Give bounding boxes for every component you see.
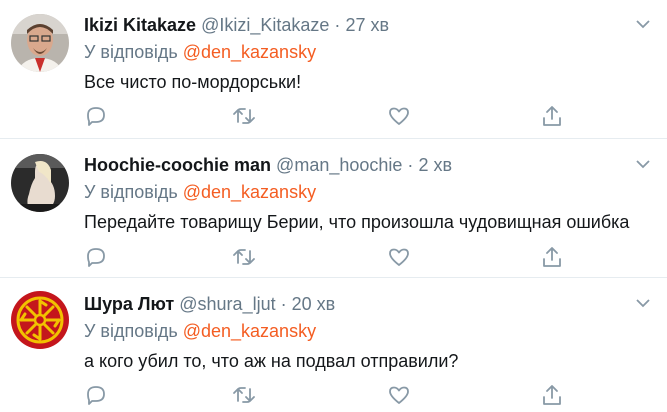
reply-context: У відповідь @den_kazansky — [84, 321, 316, 342]
tweet-text: Все чисто по-мордорськи! — [84, 72, 302, 92]
tweet-header: Ikizi Kitakaze @Ikizi_Kitakaze · 27 хв — [84, 15, 389, 36]
tweet-actions — [84, 104, 564, 128]
author-handle[interactable]: @Ikizi_Kitakaze — [201, 15, 329, 35]
reply-mention[interactable]: @den_kazansky — [183, 321, 316, 341]
reply-mention[interactable]: @den_kazansky — [183, 42, 316, 62]
reply-mention[interactable]: @den_kazansky — [183, 182, 316, 202]
reply-context: У відповідь @den_kazansky — [84, 182, 316, 203]
author-handle[interactable]: @shura_ljut — [179, 294, 275, 314]
tweet-actions — [84, 245, 564, 269]
reply-icon[interactable] — [84, 104, 108, 128]
separator-dot: · — [334, 15, 341, 35]
tweet-header: Hoochie-coochie man @man_hoochie · 2 хв — [84, 155, 452, 176]
tweet-actions — [84, 383, 564, 407]
like-icon[interactable] — [387, 104, 411, 128]
author-name[interactable]: Шура Лют — [84, 294, 174, 314]
tweet-2[interactable]: Hoochie-coochie man @man_hoochie · 2 хв … — [0, 140, 667, 278]
reply-icon[interactable] — [84, 245, 108, 269]
like-icon[interactable] — [387, 383, 411, 407]
share-icon[interactable] — [540, 104, 564, 128]
reply-prefix: У відповідь — [84, 321, 178, 341]
avatar[interactable] — [11, 154, 69, 212]
like-icon[interactable] — [387, 245, 411, 269]
tweet-1[interactable]: Ikizi Kitakaze @Ikizi_Kitakaze · 27 хв У… — [0, 0, 667, 139]
separator-dot: · — [407, 155, 414, 175]
tweet-time[interactable]: 2 хв — [418, 155, 452, 175]
avatar[interactable] — [11, 14, 69, 72]
tweet-3[interactable]: Шура Лют @shura_ljut · 20 хв У відповідь… — [0, 279, 667, 412]
retweet-icon[interactable] — [232, 245, 256, 269]
tweet-text: а кого убил то, что аж на подвал отправи… — [84, 351, 459, 371]
reply-prefix: У відповідь — [84, 182, 178, 202]
author-handle[interactable]: @man_hoochie — [276, 155, 402, 175]
share-icon[interactable] — [540, 245, 564, 269]
reply-prefix: У відповідь — [84, 42, 178, 62]
retweet-icon[interactable] — [232, 383, 256, 407]
reply-icon[interactable] — [84, 383, 108, 407]
tweet-time[interactable]: 27 хв — [345, 15, 389, 35]
chevron-down-icon[interactable] — [635, 297, 651, 309]
reply-context: У відповідь @den_kazansky — [84, 42, 316, 63]
author-name[interactable]: Hoochie-coochie man — [84, 155, 271, 175]
chevron-down-icon[interactable] — [635, 18, 651, 30]
tweet-time[interactable]: 20 хв — [292, 294, 336, 314]
tweet-header: Шура Лют @shura_ljut · 20 хв — [84, 294, 335, 315]
separator-dot: · — [280, 294, 287, 314]
avatar[interactable] — [11, 291, 69, 349]
retweet-icon[interactable] — [232, 104, 256, 128]
share-icon[interactable] — [540, 383, 564, 407]
chevron-down-icon[interactable] — [635, 158, 651, 170]
author-name[interactable]: Ikizi Kitakaze — [84, 15, 196, 35]
tweet-text: Передайте товарищу Берии, что произошла … — [84, 212, 630, 232]
